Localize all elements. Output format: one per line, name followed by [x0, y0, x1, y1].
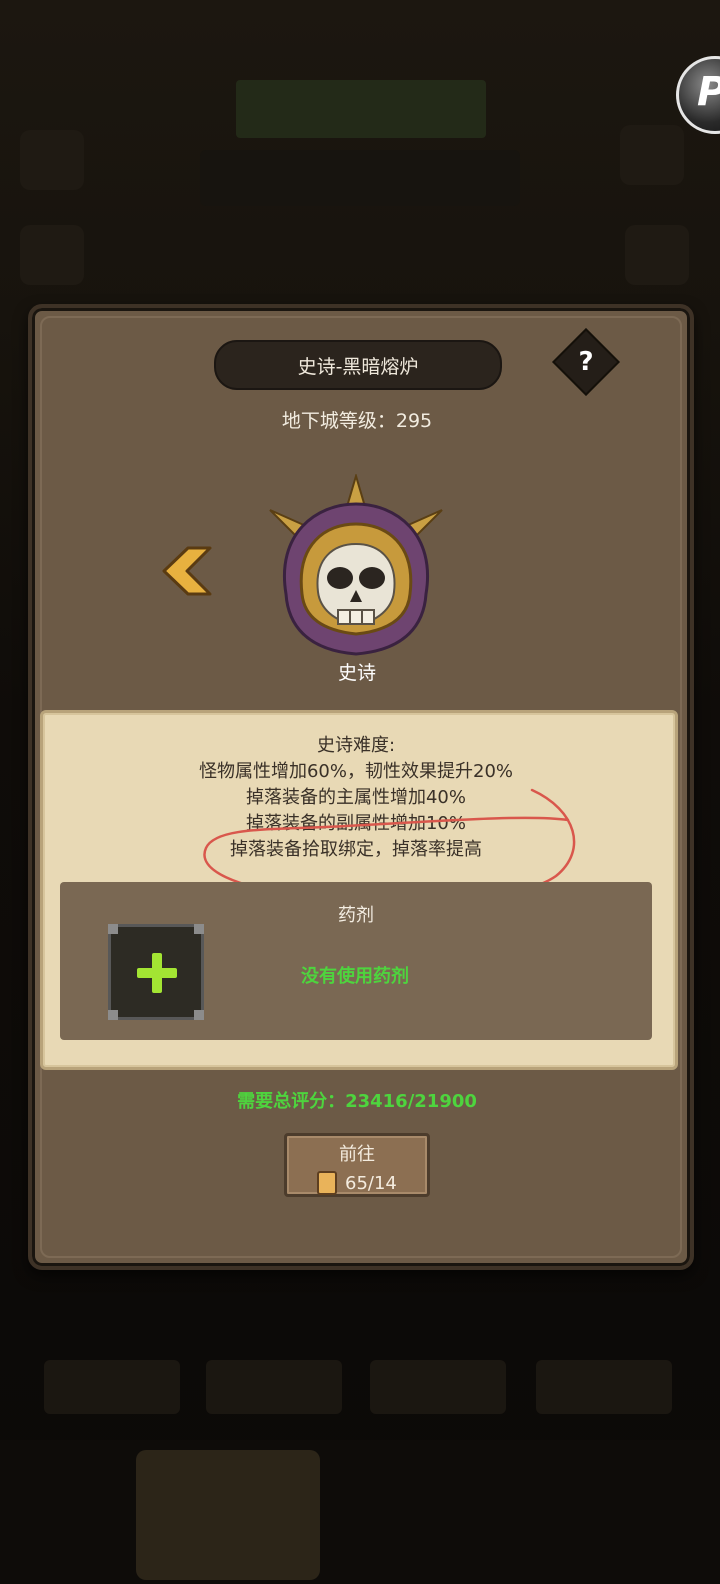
go-label: 前往 [339, 1144, 375, 1165]
scroll-icon [317, 1171, 337, 1195]
difficulty-name: 史诗 [337, 662, 376, 684]
difficulty-effect-line: 掉落装备拾取绑定，掉落率提高 [230, 839, 482, 860]
cost-value: 65/14 [345, 1172, 397, 1194]
score-requirement: 需要总评分：23416/21900 [0, 1087, 714, 1113]
background-task-bar [200, 150, 520, 206]
background-button-2 [206, 1360, 342, 1414]
dungeon-level: 地下城等级：295 [0, 406, 714, 433]
go-button[interactable]: 前往 65/14 [284, 1133, 430, 1197]
dungeon-level-label: 地下城等级： [281, 410, 396, 432]
score-value: 23416/21900 [345, 1091, 477, 1112]
background-book-icon [625, 225, 689, 285]
slot-corner [194, 924, 204, 934]
go-cost: 65/14 [317, 1170, 397, 1196]
difficulty-effect-line: 掉落装备的主属性增加40% [245, 787, 466, 808]
difficulty-heading: 史诗难度: [316, 735, 396, 756]
background-activity-icon [20, 130, 84, 190]
chevron-left-icon[interactable] [160, 544, 214, 598]
question-mark-icon: ? [578, 347, 594, 377]
skull-helmet-icon [269, 474, 443, 656]
difficulty-effect-line: 掉落装备的副属性增加10% [245, 813, 466, 834]
dungeon-title: 史诗-黑暗熔炉 [297, 355, 419, 378]
background-button-3 [370, 1360, 506, 1414]
dungeon-level-value: 295 [395, 410, 433, 432]
slot-corner [108, 924, 118, 934]
slot-corner [194, 1010, 204, 1020]
dungeon-title-plate: 史诗-黑暗熔炉 [214, 340, 502, 390]
background-active-tab [136, 1450, 320, 1580]
slot-corner [108, 1010, 118, 1020]
background-settings-icon [620, 125, 684, 185]
no-potion-text: 没有使用药剂 [301, 966, 409, 987]
difficulty-effect-line: 怪物属性增加60%，韧性效果提升20% [198, 761, 513, 782]
background-tab-bar [0, 1440, 720, 1584]
background-button-1 [44, 1360, 180, 1414]
potion-slot[interactable] [108, 924, 204, 1020]
plus-icon [137, 953, 177, 993]
background-banner [236, 80, 486, 138]
score-label: 需要总评分： [237, 1091, 346, 1112]
background-button-4 [536, 1360, 672, 1414]
background-menu-icon [20, 225, 84, 285]
